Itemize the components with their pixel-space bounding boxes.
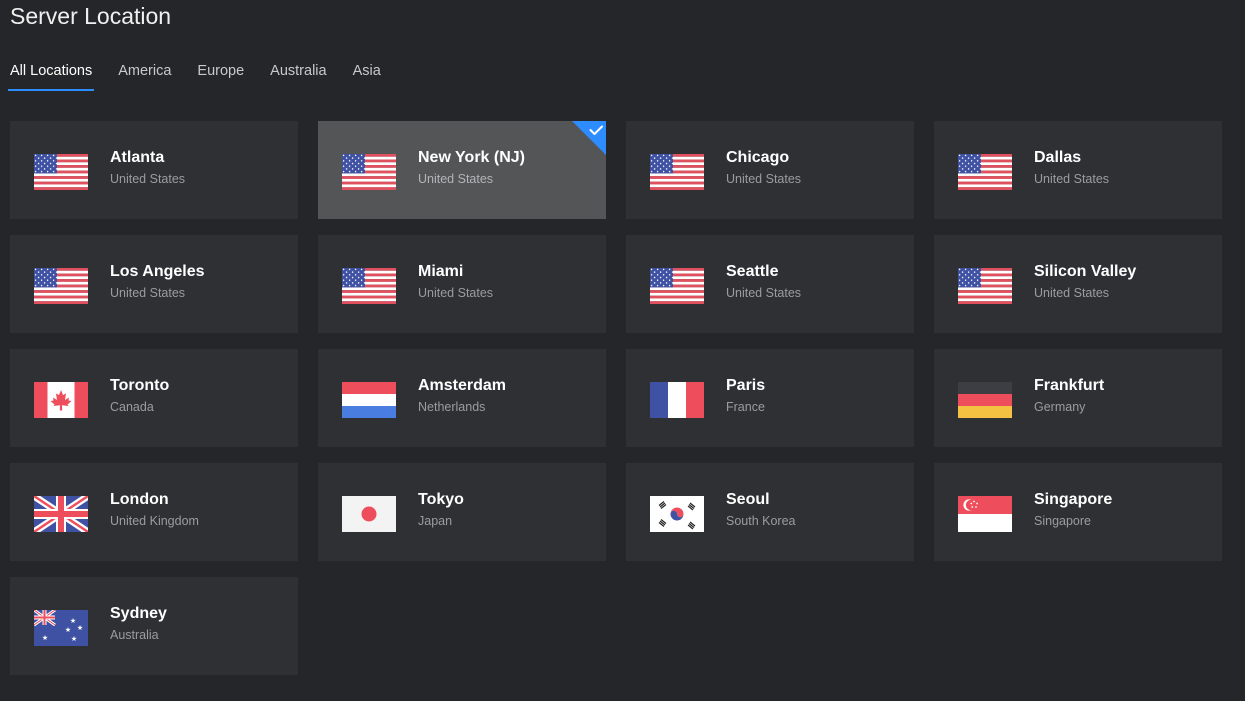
location-city: Atlanta [110,149,165,166]
location-city: Sydney [110,605,167,622]
location-card[interactable]: Amsterdam Netherlands [318,349,606,447]
location-card[interactable]: Silicon Valley United States [934,235,1222,333]
australia-flag-icon: ★ ★ ★ ★ ★ [34,610,88,646]
us-flag-icon [34,154,88,190]
location-card[interactable]: Singapore Singapore [934,463,1222,561]
location-city: Chicago [726,149,790,166]
location-country: United States [418,286,494,300]
svg-text:★: ★ [70,617,76,625]
tab-asia[interactable]: Asia [351,62,383,91]
location-city: Miami [418,263,464,280]
location-country: United States [110,172,186,186]
location-country: South Korea [726,514,796,528]
location-country: Australia [110,628,159,642]
location-city: Seattle [726,263,779,280]
location-city: Tokyo [418,491,464,508]
us-flag-icon [342,268,396,304]
location-card[interactable]: London United Kingdom [10,463,298,561]
location-grid: Atlanta United States New York (NJ) United … [10,121,1222,675]
location-country: United States [1034,172,1110,186]
uk-flag-icon [34,496,88,532]
us-flag-icon [958,154,1012,190]
location-tabs: All Locations America Europe Australia A… [8,62,405,91]
location-card[interactable]: New York (NJ) United States [318,121,606,219]
svg-text:★: ★ [77,624,83,632]
us-flag-icon [342,154,396,190]
location-card[interactable]: Dallas United States [934,121,1222,219]
location-country: Germany [1034,400,1086,414]
selected-check-icon [572,121,606,155]
location-city: Amsterdam [418,377,507,394]
location-city: Silicon Valley [1034,263,1137,280]
germany-flag-icon [958,382,1012,418]
south-korea-flag-icon [650,496,704,532]
location-card[interactable]: Tokyo Japan [318,463,606,561]
location-city: Singapore [1034,491,1113,508]
location-card[interactable]: Atlanta United States [10,121,298,219]
location-country: United States [726,286,802,300]
location-city: Los Angeles [110,263,205,280]
location-country: Netherlands [418,400,486,414]
location-country: United Kingdom [110,514,199,528]
location-country: Singapore [1034,514,1091,528]
svg-text:★: ★ [65,626,71,634]
location-country: United States [110,286,186,300]
location-country: Canada [110,400,154,414]
location-city: New York (NJ) [418,149,525,166]
japan-flag-icon [342,496,396,532]
location-card[interactable]: Los Angeles United States [10,235,298,333]
location-country: United States [1034,286,1110,300]
location-city: London [110,491,169,508]
tab-all-locations[interactable]: All Locations [8,62,95,91]
location-country: France [726,400,765,414]
svg-text:★: ★ [71,635,77,643]
location-card[interactable]: Miami United States [318,235,606,333]
location-city: Dallas [1034,149,1082,166]
us-flag-icon [958,268,1012,304]
us-flag-icon [34,268,88,304]
singapore-flag-icon [958,496,1012,532]
us-flag-icon [650,268,704,304]
location-card[interactable]: ★ ★ ★ ★ ★ Sydney Australia [10,577,298,675]
location-country: Japan [418,514,453,528]
location-card[interactable]: Frankfurt Germany [934,349,1222,447]
location-city: Paris [726,377,766,394]
tab-america[interactable]: America [116,62,173,91]
tab-australia[interactable]: Australia [268,62,328,91]
location-card[interactable]: Seattle United States [626,235,914,333]
tab-europe[interactable]: Europe [195,62,246,91]
location-city: Toronto [110,377,170,394]
france-flag-icon [650,382,704,418]
location-card[interactable]: Paris France [626,349,914,447]
location-city: Seoul [726,491,770,508]
location-country: United States [418,172,494,186]
location-city: Frankfurt [1034,377,1105,394]
svg-text:★: ★ [42,634,48,642]
location-card[interactable]: Seoul South Korea [626,463,914,561]
page-title: Server Location [10,3,172,29]
location-card[interactable]: Toronto Canada [10,349,298,447]
location-country: United States [726,172,802,186]
netherlands-flag-icon [342,382,396,418]
canada-flag-icon [34,382,88,418]
location-card[interactable]: Chicago United States [626,121,914,219]
us-flag-icon [650,154,704,190]
